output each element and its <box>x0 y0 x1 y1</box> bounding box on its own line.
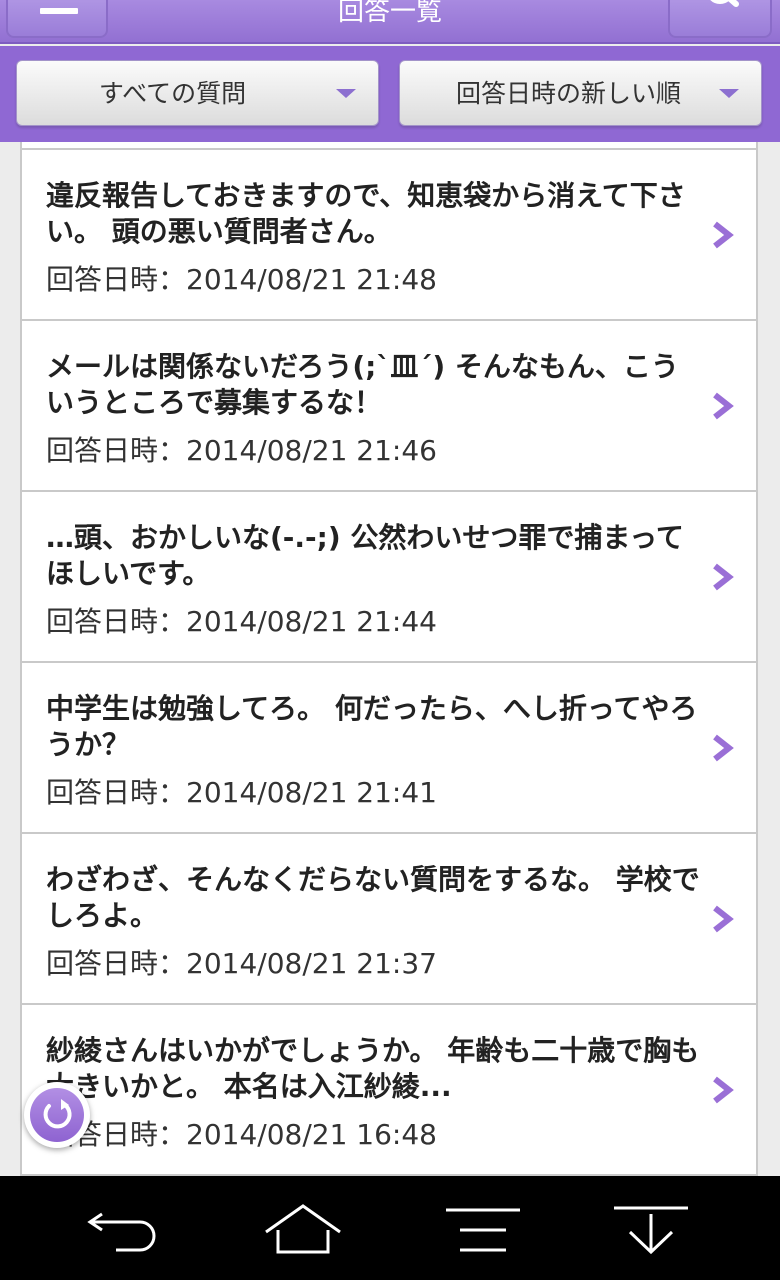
answer-date: 回答日時：2014/08/21 16:48 <box>46 1118 437 1151</box>
menu-lines-icon[interactable] <box>438 1202 528 1258</box>
answer-text: 中学生は勉強してろ。 何だったら、へし折ってやろうか？ <box>46 692 698 761</box>
list-item[interactable]: 紗綾さんはいかがでしょうか。 年齢も二十歳で胸も大きいかと。 本名は入江紗綾..… <box>20 1005 758 1176</box>
category-select[interactable]: すべての質問 <box>16 60 379 126</box>
answer-text: メールは関係ないだろう(;`皿´) そんなもん、こういうところで募集するな！ <box>46 350 679 419</box>
filter-bar: すべての質問 回答日時の新しい順 <box>0 46 780 142</box>
chevron-right-icon <box>713 563 734 591</box>
list-item[interactable]: 違反報告しておきますので、知恵袋から消えて下さい。 頭の悪い質問者さん。 回答日… <box>20 150 758 321</box>
search-icon <box>710 0 739 7</box>
refresh-icon <box>43 1099 72 1129</box>
answer-date: 回答日時：2014/08/21 21:44 <box>46 605 437 638</box>
chevron-right-icon <box>713 905 734 933</box>
sort-select[interactable]: 回答日時の新しい順 <box>399 60 762 126</box>
chevron-right-icon <box>713 221 734 249</box>
list-top-edge <box>20 142 758 150</box>
answer-text: 違反報告しておきますので、知恵袋から消えて下さい。 頭の悪い質問者さん。 <box>46 179 686 248</box>
answer-text: …頭、おかしいな(-.-;) 公然わいせつ罪で捕まってほしいです。 <box>46 521 684 590</box>
caret-down-icon <box>336 89 356 98</box>
answer-list: 違反報告しておきますので、知恵袋から消えて下さい。 頭の悪い質問者さん。 回答日… <box>20 142 758 1176</box>
list-item[interactable]: わざわざ、そんなくだらない質問をするな。 学校でしろよ。 回答日時：2014/0… <box>20 834 758 1005</box>
chevron-right-icon <box>713 734 734 762</box>
answer-date: 回答日時：2014/08/21 21:46 <box>46 434 437 467</box>
caret-down-icon <box>719 89 739 98</box>
back-icon[interactable] <box>80 1202 170 1258</box>
chevron-right-icon <box>713 1076 734 1104</box>
list-item[interactable]: 中学生は勉強してろ。 何だったら、へし折ってやろうか？ 回答日時：2014/08… <box>20 663 758 834</box>
list-item[interactable]: メールは関係ないだろう(;`皿´) そんなもん、こういうところで募集するな！ 回… <box>20 321 758 492</box>
refresh-button[interactable] <box>24 1082 90 1148</box>
search-button[interactable] <box>668 0 772 38</box>
answer-text: 紗綾さんはいかがでしょうか。 年齢も二十歳で胸も大きいかと。 本名は入江紗綾..… <box>46 1034 700 1103</box>
answer-date: 回答日時：2014/08/21 21:41 <box>46 776 437 809</box>
chevron-right-icon <box>713 392 734 420</box>
list-item[interactable]: …頭、おかしいな(-.-;) 公然わいせつ罪で捕まってほしいです。 回答日時：2… <box>20 492 758 663</box>
answer-text: わざわざ、そんなくだらない質問をするな。 学校でしろよ。 <box>46 863 700 932</box>
sort-select-label: 回答日時の新しい順 <box>455 79 681 108</box>
answer-date: 回答日時：2014/08/21 21:37 <box>46 947 437 980</box>
home-icon[interactable] <box>258 1202 348 1258</box>
system-nav-bar <box>0 1176 780 1280</box>
download-icon[interactable] <box>606 1202 696 1258</box>
category-select-label: すべての質問 <box>98 79 247 108</box>
answer-date: 回答日時：2014/08/21 21:48 <box>46 263 437 296</box>
app-header: 回答一覧 <box>0 0 780 44</box>
page-title: 回答一覧 <box>337 0 442 27</box>
